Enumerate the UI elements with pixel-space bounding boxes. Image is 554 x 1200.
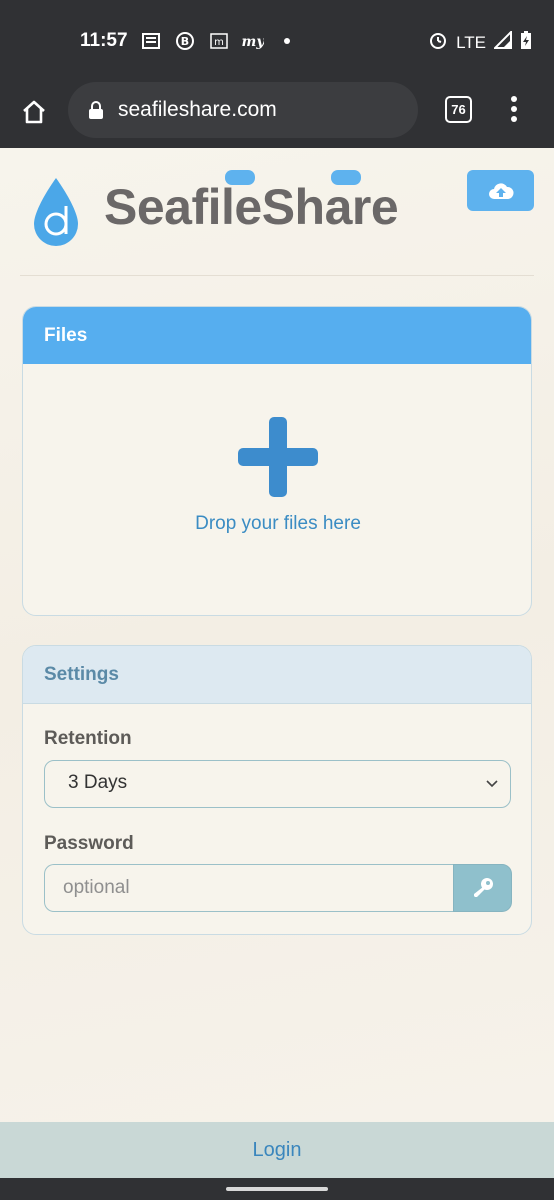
upload-button[interactable]	[467, 170, 534, 211]
key-icon	[473, 878, 493, 897]
network-type: LTE	[456, 32, 486, 52]
gesture-handle[interactable]	[226, 1187, 328, 1191]
chevron-down-icon	[484, 775, 500, 791]
password-input[interactable]: optional	[44, 864, 453, 912]
retention-label: Retention	[44, 728, 132, 749]
dropzone-text[interactable]: Drop your files here	[23, 513, 531, 535]
alarm-icon	[428, 30, 448, 55]
tab-switcher-button[interactable]: 76	[445, 96, 472, 123]
brand-name[interactable]: SeafileShare	[104, 178, 399, 236]
plus-icon[interactable]	[238, 417, 318, 497]
browser-menu-button[interactable]	[502, 92, 526, 126]
cloud-upload-icon	[488, 182, 514, 199]
status-time: 11:57	[80, 30, 128, 51]
footer: Login	[0, 1122, 554, 1178]
retention-select[interactable]: 3 Days	[44, 760, 511, 808]
password-label: Password	[44, 833, 134, 854]
settings-card: Settings Retention 3 Days Password optio…	[22, 645, 532, 935]
files-header: Files	[23, 307, 531, 364]
page-content: SeafileShare Files Drop your files here …	[0, 148, 554, 1122]
menu-dot-icon	[511, 116, 517, 122]
address-bar[interactable]: seafileshare.com	[68, 82, 418, 138]
home-button[interactable]	[16, 94, 52, 130]
notification-icons: B m my	[140, 30, 298, 52]
settings-header: Settings	[23, 646, 531, 704]
retention-value: 3 Days	[68, 772, 128, 793]
browser-toolbar: seafileshare.com 76	[0, 80, 554, 148]
b-badge-icon: B	[174, 30, 196, 52]
m-badge-icon: m	[208, 30, 230, 52]
svg-text:m: m	[214, 37, 224, 48]
system-icons: LTE	[428, 29, 532, 55]
password-placeholder: optional	[63, 877, 130, 898]
status-bar: 11:57 B m my LTE	[0, 0, 554, 80]
battery-charging-icon	[520, 30, 532, 55]
system-nav-bar	[0, 1178, 554, 1200]
menu-dot-icon	[511, 106, 517, 112]
dot-icon	[276, 30, 298, 52]
svg-text:B: B	[181, 35, 189, 48]
generate-password-button[interactable]	[453, 864, 512, 912]
login-link[interactable]: Login	[253, 1139, 302, 1161]
url-text: seafileshare.com	[118, 98, 277, 121]
news-icon	[140, 30, 162, 52]
files-dropzone-card[interactable]: Files Drop your files here	[22, 306, 532, 616]
svg-text:my: my	[242, 34, 264, 50]
header-divider	[20, 275, 534, 276]
logo-icon[interactable]	[30, 176, 82, 253]
lock-icon	[88, 100, 104, 120]
menu-dot-icon	[511, 96, 517, 102]
signal-icon	[492, 29, 512, 54]
my-app-icon: my	[242, 30, 264, 52]
home-icon	[23, 100, 45, 124]
